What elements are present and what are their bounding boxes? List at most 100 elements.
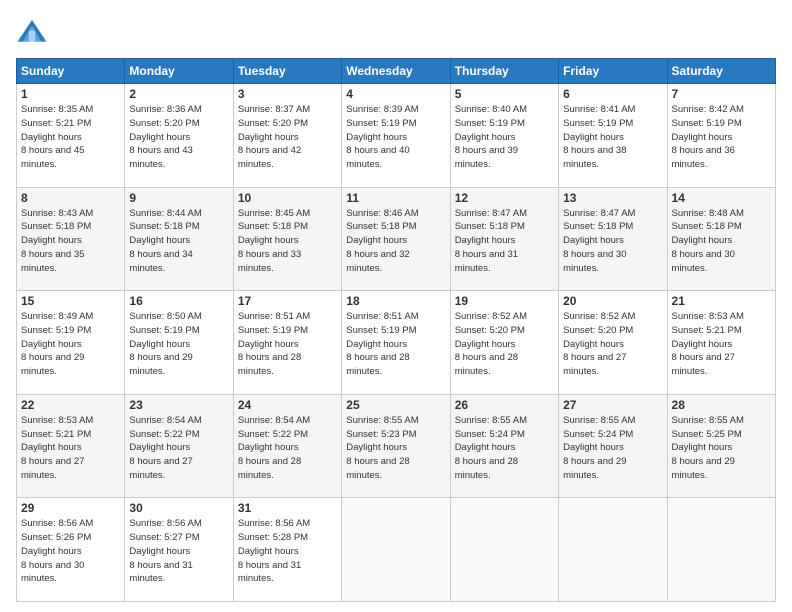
day-number: 22 [21, 398, 120, 412]
day-number: 21 [672, 294, 771, 308]
day-number: 8 [21, 191, 120, 205]
calendar-day-header: Saturday [667, 59, 775, 84]
calendar-cell: 15 Sunrise: 8:49 AM Sunset: 5:19 PM Dayl… [17, 291, 125, 395]
calendar-cell: 20 Sunrise: 8:52 AM Sunset: 5:20 PM Dayl… [559, 291, 667, 395]
day-number: 19 [455, 294, 554, 308]
calendar-week-row: 8 Sunrise: 8:43 AM Sunset: 5:18 PM Dayli… [17, 187, 776, 291]
day-number: 2 [129, 87, 228, 101]
calendar-cell: 21 Sunrise: 8:53 AM Sunset: 5:21 PM Dayl… [667, 291, 775, 395]
cell-info: Sunrise: 8:54 AM Sunset: 5:22 PM Dayligh… [238, 414, 337, 483]
cell-info: Sunrise: 8:39 AM Sunset: 5:19 PM Dayligh… [346, 103, 445, 172]
calendar-cell [342, 498, 450, 602]
calendar-cell: 9 Sunrise: 8:44 AM Sunset: 5:18 PM Dayli… [125, 187, 233, 291]
day-number: 1 [21, 87, 120, 101]
calendar-cell: 30 Sunrise: 8:56 AM Sunset: 5:27 PM Dayl… [125, 498, 233, 602]
logo [16, 16, 52, 48]
day-number: 27 [563, 398, 662, 412]
day-number: 25 [346, 398, 445, 412]
cell-info: Sunrise: 8:54 AM Sunset: 5:22 PM Dayligh… [129, 414, 228, 483]
cell-info: Sunrise: 8:40 AM Sunset: 5:19 PM Dayligh… [455, 103, 554, 172]
calendar-cell: 7 Sunrise: 8:42 AM Sunset: 5:19 PM Dayli… [667, 84, 775, 188]
cell-info: Sunrise: 8:55 AM Sunset: 5:24 PM Dayligh… [455, 414, 554, 483]
day-number: 16 [129, 294, 228, 308]
cell-info: Sunrise: 8:51 AM Sunset: 5:19 PM Dayligh… [238, 310, 337, 379]
cell-info: Sunrise: 8:49 AM Sunset: 5:19 PM Dayligh… [21, 310, 120, 379]
calendar-week-row: 29 Sunrise: 8:56 AM Sunset: 5:26 PM Dayl… [17, 498, 776, 602]
cell-info: Sunrise: 8:53 AM Sunset: 5:21 PM Dayligh… [672, 310, 771, 379]
day-number: 17 [238, 294, 337, 308]
day-number: 24 [238, 398, 337, 412]
calendar-cell: 5 Sunrise: 8:40 AM Sunset: 5:19 PM Dayli… [450, 84, 558, 188]
cell-info: Sunrise: 8:56 AM Sunset: 5:28 PM Dayligh… [238, 517, 337, 586]
cell-info: Sunrise: 8:37 AM Sunset: 5:20 PM Dayligh… [238, 103, 337, 172]
cell-info: Sunrise: 8:55 AM Sunset: 5:24 PM Dayligh… [563, 414, 662, 483]
cell-info: Sunrise: 8:56 AM Sunset: 5:26 PM Dayligh… [21, 517, 120, 586]
calendar-week-row: 22 Sunrise: 8:53 AM Sunset: 5:21 PM Dayl… [17, 394, 776, 498]
calendar-cell: 27 Sunrise: 8:55 AM Sunset: 5:24 PM Dayl… [559, 394, 667, 498]
cell-info: Sunrise: 8:50 AM Sunset: 5:19 PM Dayligh… [129, 310, 228, 379]
calendar-cell: 18 Sunrise: 8:51 AM Sunset: 5:19 PM Dayl… [342, 291, 450, 395]
calendar-day-header: Thursday [450, 59, 558, 84]
calendar-cell: 23 Sunrise: 8:54 AM Sunset: 5:22 PM Dayl… [125, 394, 233, 498]
cell-info: Sunrise: 8:46 AM Sunset: 5:18 PM Dayligh… [346, 207, 445, 276]
calendar-cell: 14 Sunrise: 8:48 AM Sunset: 5:18 PM Dayl… [667, 187, 775, 291]
day-number: 30 [129, 501, 228, 515]
calendar-week-row: 1 Sunrise: 8:35 AM Sunset: 5:21 PM Dayli… [17, 84, 776, 188]
cell-info: Sunrise: 8:51 AM Sunset: 5:19 PM Dayligh… [346, 310, 445, 379]
day-number: 11 [346, 191, 445, 205]
day-number: 23 [129, 398, 228, 412]
header [16, 16, 776, 48]
day-number: 18 [346, 294, 445, 308]
calendar-day-header: Tuesday [233, 59, 341, 84]
calendar-day-header: Friday [559, 59, 667, 84]
cell-info: Sunrise: 8:53 AM Sunset: 5:21 PM Dayligh… [21, 414, 120, 483]
calendar-cell [450, 498, 558, 602]
day-number: 13 [563, 191, 662, 205]
calendar-cell: 6 Sunrise: 8:41 AM Sunset: 5:19 PM Dayli… [559, 84, 667, 188]
cell-info: Sunrise: 8:44 AM Sunset: 5:18 PM Dayligh… [129, 207, 228, 276]
calendar-cell: 2 Sunrise: 8:36 AM Sunset: 5:20 PM Dayli… [125, 84, 233, 188]
calendar-header-row: SundayMondayTuesdayWednesdayThursdayFrid… [17, 59, 776, 84]
calendar-cell: 1 Sunrise: 8:35 AM Sunset: 5:21 PM Dayli… [17, 84, 125, 188]
calendar-cell: 24 Sunrise: 8:54 AM Sunset: 5:22 PM Dayl… [233, 394, 341, 498]
calendar-cell: 17 Sunrise: 8:51 AM Sunset: 5:19 PM Dayl… [233, 291, 341, 395]
calendar-cell: 3 Sunrise: 8:37 AM Sunset: 5:20 PM Dayli… [233, 84, 341, 188]
day-number: 10 [238, 191, 337, 205]
calendar-cell: 11 Sunrise: 8:46 AM Sunset: 5:18 PM Dayl… [342, 187, 450, 291]
calendar-cell: 22 Sunrise: 8:53 AM Sunset: 5:21 PM Dayl… [17, 394, 125, 498]
day-number: 3 [238, 87, 337, 101]
day-number: 20 [563, 294, 662, 308]
calendar-cell: 10 Sunrise: 8:45 AM Sunset: 5:18 PM Dayl… [233, 187, 341, 291]
calendar-cell [667, 498, 775, 602]
day-number: 26 [455, 398, 554, 412]
cell-info: Sunrise: 8:52 AM Sunset: 5:20 PM Dayligh… [563, 310, 662, 379]
cell-info: Sunrise: 8:41 AM Sunset: 5:19 PM Dayligh… [563, 103, 662, 172]
calendar-cell: 13 Sunrise: 8:47 AM Sunset: 5:18 PM Dayl… [559, 187, 667, 291]
calendar-cell: 26 Sunrise: 8:55 AM Sunset: 5:24 PM Dayl… [450, 394, 558, 498]
day-number: 15 [21, 294, 120, 308]
cell-info: Sunrise: 8:47 AM Sunset: 5:18 PM Dayligh… [455, 207, 554, 276]
calendar-week-row: 15 Sunrise: 8:49 AM Sunset: 5:19 PM Dayl… [17, 291, 776, 395]
cell-info: Sunrise: 8:42 AM Sunset: 5:19 PM Dayligh… [672, 103, 771, 172]
cell-info: Sunrise: 8:55 AM Sunset: 5:23 PM Dayligh… [346, 414, 445, 483]
day-number: 5 [455, 87, 554, 101]
cell-info: Sunrise: 8:45 AM Sunset: 5:18 PM Dayligh… [238, 207, 337, 276]
day-number: 9 [129, 191, 228, 205]
cell-info: Sunrise: 8:55 AM Sunset: 5:25 PM Dayligh… [672, 414, 771, 483]
calendar-cell: 4 Sunrise: 8:39 AM Sunset: 5:19 PM Dayli… [342, 84, 450, 188]
day-number: 4 [346, 87, 445, 101]
cell-info: Sunrise: 8:35 AM Sunset: 5:21 PM Dayligh… [21, 103, 120, 172]
day-number: 28 [672, 398, 771, 412]
cell-info: Sunrise: 8:43 AM Sunset: 5:18 PM Dayligh… [21, 207, 120, 276]
calendar-cell: 19 Sunrise: 8:52 AM Sunset: 5:20 PM Dayl… [450, 291, 558, 395]
cell-info: Sunrise: 8:56 AM Sunset: 5:27 PM Dayligh… [129, 517, 228, 586]
cell-info: Sunrise: 8:36 AM Sunset: 5:20 PM Dayligh… [129, 103, 228, 172]
day-number: 12 [455, 191, 554, 205]
page: SundayMondayTuesdayWednesdayThursdayFrid… [0, 0, 792, 612]
calendar-day-header: Monday [125, 59, 233, 84]
day-number: 6 [563, 87, 662, 101]
calendar-cell: 25 Sunrise: 8:55 AM Sunset: 5:23 PM Dayl… [342, 394, 450, 498]
day-number: 29 [21, 501, 120, 515]
calendar-cell: 8 Sunrise: 8:43 AM Sunset: 5:18 PM Dayli… [17, 187, 125, 291]
calendar-day-header: Sunday [17, 59, 125, 84]
